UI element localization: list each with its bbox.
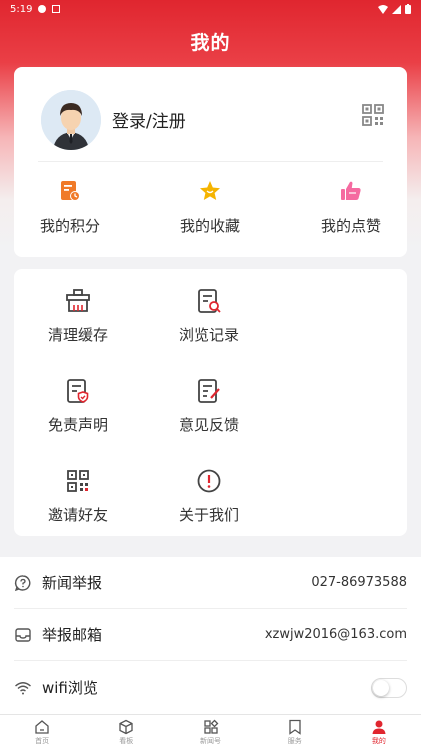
cell-signal-icon bbox=[392, 4, 401, 14]
tab-service[interactable]: 服务 bbox=[253, 715, 337, 750]
notification-icon bbox=[38, 5, 47, 13]
user-avatar-icon bbox=[41, 90, 101, 150]
tab-news-account-label: 新闻号 bbox=[200, 737, 221, 745]
user-icon bbox=[372, 720, 386, 734]
tab-mine[interactable]: 我的 bbox=[337, 715, 421, 750]
avatar[interactable] bbox=[41, 90, 101, 150]
my-points-button[interactable]: 我的积分 bbox=[20, 179, 120, 236]
tab-service-label: 服务 bbox=[287, 737, 302, 745]
my-points-label: 我的积分 bbox=[39, 217, 100, 235]
my-favorites-button[interactable]: 我的收藏 bbox=[160, 179, 260, 236]
wifi-browsing-toggle[interactable] bbox=[371, 677, 407, 698]
settings-list: 新闻举报 027-86973588 举报邮箱 xzwjw2016@163.com… bbox=[0, 557, 421, 714]
info-icon bbox=[197, 469, 221, 493]
login-register-link[interactable]: 登录/注册 bbox=[112, 107, 186, 132]
bottom-tab-bar: 首页 看板 新闻号 服务 我的 bbox=[0, 714, 421, 750]
tab-home[interactable]: 首页 bbox=[0, 715, 84, 750]
clear-cache-label: 清理缓存 bbox=[47, 326, 108, 344]
battery-icon bbox=[405, 4, 411, 14]
report-phone-value: 027-86973588 bbox=[311, 575, 407, 590]
about-us-label: 关于我们 bbox=[178, 506, 239, 524]
my-likes-button[interactable]: 我的点赞 bbox=[301, 179, 401, 236]
divider bbox=[38, 161, 383, 162]
wifi-browsing-row: wifi浏览 bbox=[14, 661, 407, 714]
broom-icon bbox=[66, 289, 90, 312]
tab-news-account[interactable]: 新闻号 bbox=[168, 715, 252, 750]
status-time: 5:19 bbox=[10, 3, 33, 15]
report-email-value: xzwjw2016@163.com bbox=[264, 627, 407, 642]
report-email-label: 举报邮箱 bbox=[42, 626, 103, 644]
thumbs-up-icon bbox=[341, 181, 361, 200]
history-icon bbox=[198, 289, 221, 313]
tab-home-label: 首页 bbox=[35, 737, 50, 745]
tab-board[interactable]: 看板 bbox=[84, 715, 168, 750]
tools-card: 清理缓存 浏览记录 免责声明 意见反馈 邀请好友 关于我们 bbox=[14, 269, 407, 536]
cube-icon bbox=[119, 719, 133, 735]
qr-scan-icon[interactable] bbox=[361, 103, 385, 127]
help-question-icon bbox=[14, 574, 31, 591]
wifi-browsing-label: wifi浏览 bbox=[42, 679, 98, 697]
news-report-row[interactable]: 新闻举报 027-86973588 bbox=[14, 557, 407, 609]
invite-friends-button[interactable]: 邀请好友 bbox=[23, 467, 133, 525]
disclaimer-button[interactable]: 免责声明 bbox=[23, 377, 133, 435]
feedback-button[interactable]: 意见反馈 bbox=[154, 377, 264, 435]
clear-cache-button[interactable]: 清理缓存 bbox=[23, 287, 133, 345]
browsing-history-label: 浏览记录 bbox=[178, 326, 239, 344]
tab-board-label: 看板 bbox=[119, 737, 134, 745]
wifi-icon bbox=[15, 681, 31, 694]
star-icon bbox=[200, 181, 220, 200]
news-report-label: 新闻举报 bbox=[42, 574, 103, 592]
disclaimer-label: 免责声明 bbox=[47, 416, 108, 434]
feedback-icon bbox=[198, 379, 220, 403]
home-icon bbox=[35, 720, 49, 734]
browsing-history-button[interactable]: 浏览记录 bbox=[154, 287, 264, 345]
my-favorites-label: 我的收藏 bbox=[179, 217, 240, 235]
report-email-row[interactable]: 举报邮箱 xzwjw2016@163.com bbox=[14, 609, 407, 661]
bookmark-icon bbox=[289, 719, 301, 735]
feedback-label: 意见反馈 bbox=[178, 416, 239, 434]
tab-mine-label: 我的 bbox=[371, 737, 386, 745]
qr-code-icon bbox=[67, 470, 89, 492]
profile-card: 登录/注册 我的积分 我的收藏 我的点赞 bbox=[14, 67, 407, 257]
page-title: 我的 bbox=[190, 32, 231, 54]
about-us-button[interactable]: 关于我们 bbox=[154, 467, 264, 525]
my-likes-label: 我的点赞 bbox=[320, 217, 381, 235]
app-notification-icon bbox=[52, 5, 61, 13]
wifi-signal-icon bbox=[378, 4, 388, 14]
disclaimer-icon bbox=[67, 379, 89, 403]
invite-friends-label: 邀请好友 bbox=[47, 506, 108, 524]
status-bar: 5:19 bbox=[0, 0, 421, 18]
grid-icon bbox=[203, 719, 218, 734]
mailbox-icon bbox=[15, 627, 31, 642]
points-icon bbox=[61, 181, 80, 201]
